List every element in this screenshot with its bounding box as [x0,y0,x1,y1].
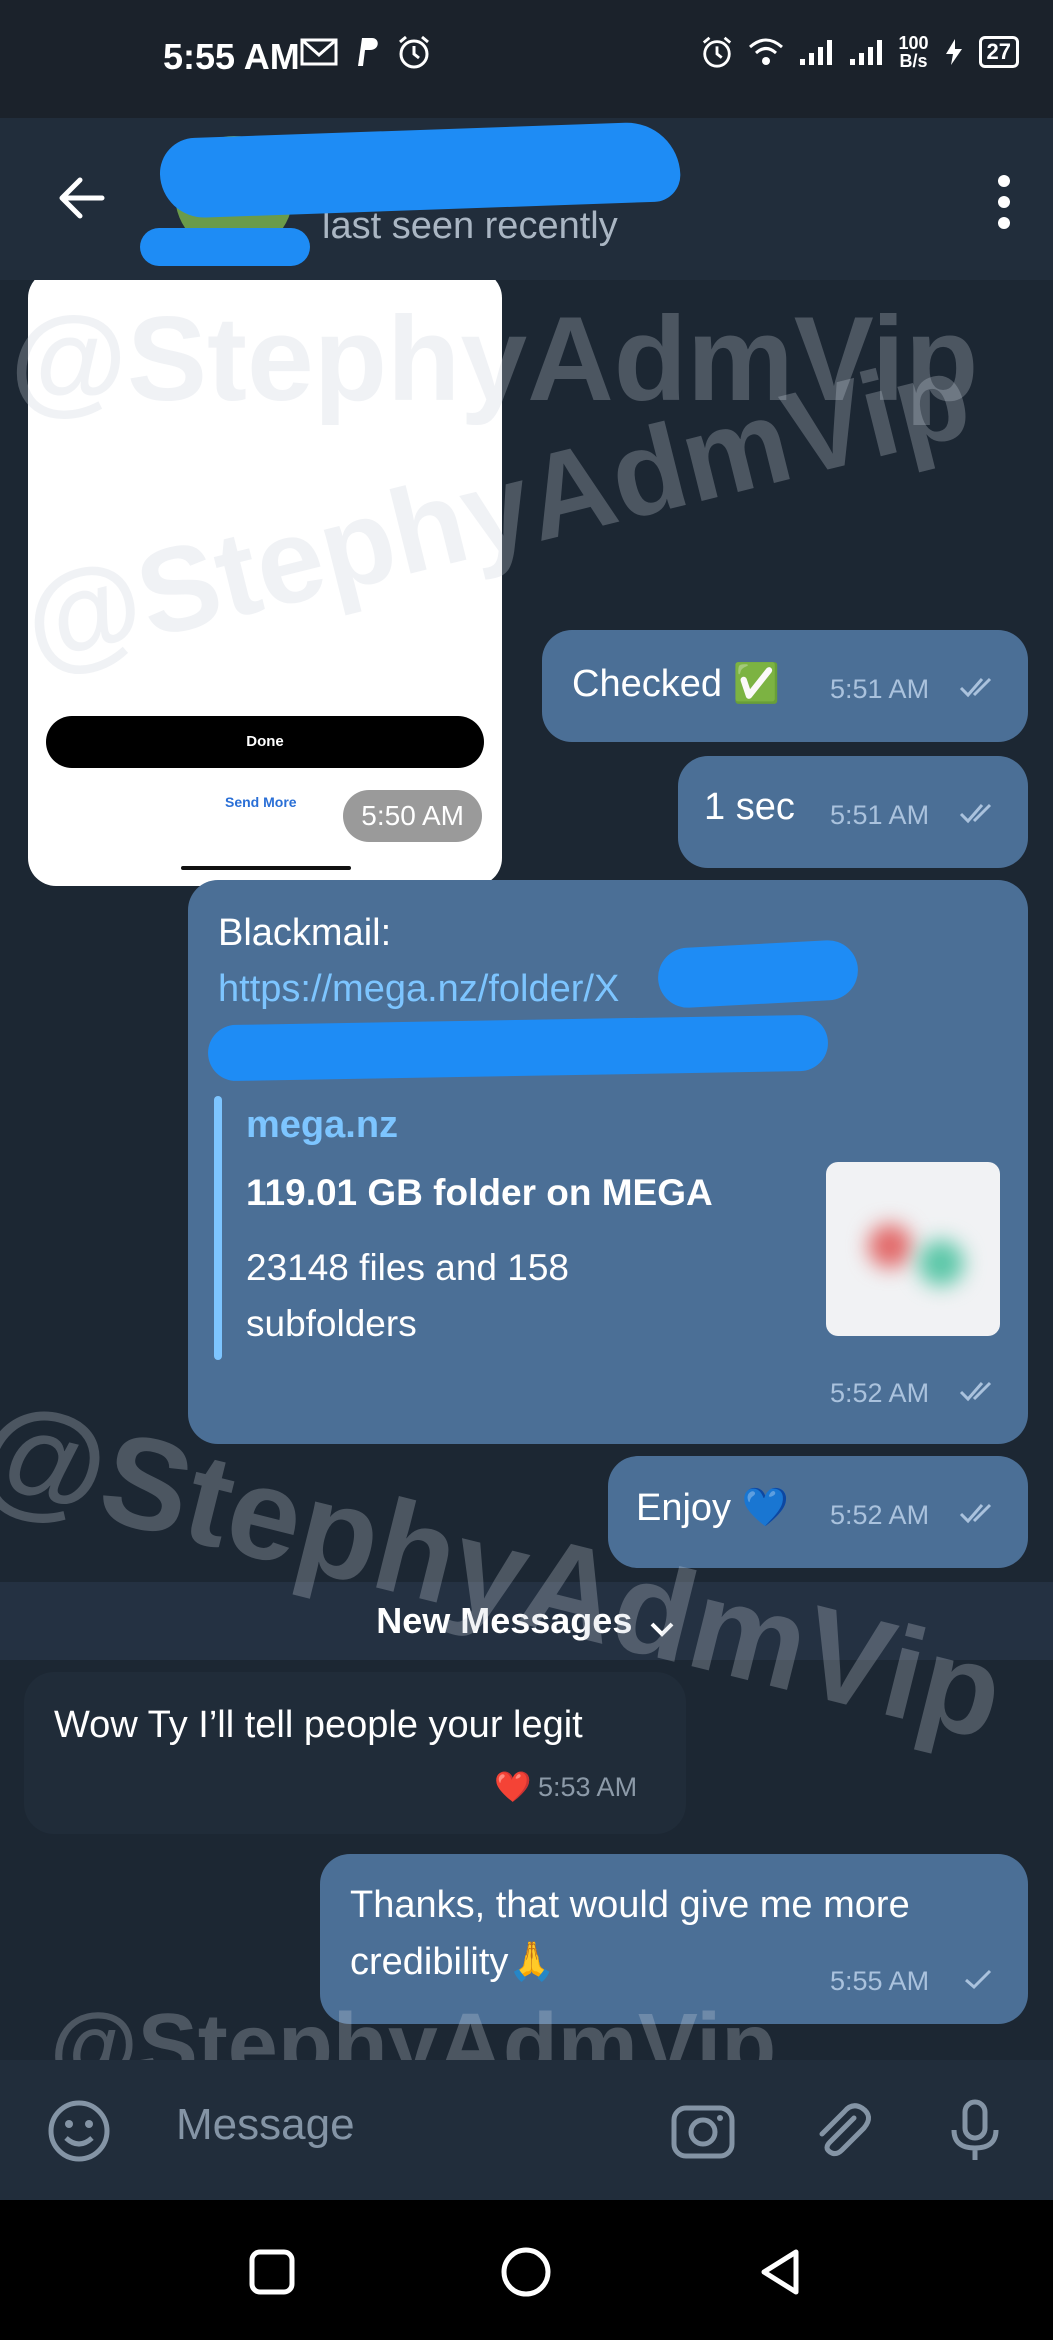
message-time: 5:55 AM [830,1966,930,1996]
screenshot-done-button: Done [46,716,484,768]
message-link[interactable]: https://mega.nz/folder/X [218,968,619,1011]
outgoing-message[interactable]: Thanks, that would give me more credibil… [320,1854,1028,2024]
emoji-icon[interactable] [44,2096,114,2166]
back-icon[interactable] [752,2244,808,2300]
double-check-icon [959,677,992,698]
link-preview-site: mega.nz [246,1104,399,1146]
home-icon[interactable] [498,2244,554,2300]
system-navigation-bar [0,2200,1053,2340]
chevron-down-icon [650,1622,674,1637]
redaction-mark [207,1014,829,1082]
message-input[interactable]: Message [176,2100,355,2150]
outgoing-message[interactable]: Enjoy 💙 5:52 AM [608,1456,1028,1568]
double-check-icon [959,803,992,824]
message-time: 5:52 AM [830,1500,930,1530]
new-messages-divider[interactable]: New Messages [0,1582,1053,1660]
microphone-icon[interactable] [940,2096,1010,2166]
reaction-emoji[interactable]: ❤️ [494,1770,531,1805]
message-time: 5:53 AM [538,1772,638,1802]
link-preview-title: 119.01 GB folder on MEGA [246,1172,713,1213]
link-preview-accent [214,1096,222,1360]
new-messages-label: New Messages [376,1600,633,1641]
message-time: 5:50 AM [343,790,482,842]
message-text: 1 sec [704,786,795,828]
image-message[interactable]: Done Send More 5:50 AM [28,280,502,886]
camera-icon[interactable] [668,2096,738,2166]
message-text: Wow Ty I’ll tell people your legit [54,1704,583,1746]
notification-icons [300,34,432,70]
incoming-message[interactable]: Wow Ty I’ll tell people your legit ❤️ 5:… [24,1672,686,1834]
message-composer: Message [0,2060,1053,2200]
screenshot-send-more-link: Send More [225,794,297,810]
outgoing-message[interactable]: 1 sec 5:51 AM [678,756,1028,868]
mail-icon [300,38,338,66]
network-speed: 100 B/s [898,33,929,71]
back-arrow-icon[interactable] [52,168,112,228]
message-text: Enjoy 💙 [636,1487,789,1529]
charging-icon [945,39,962,65]
status-bar: 5:55 AM 100 B/s 27 [0,0,1053,118]
double-check-icon [959,1381,992,1402]
alarm-icon [399,35,429,69]
message-time: 5:52 AM [830,1378,930,1408]
link-preview-thumbnail[interactable] [826,1162,1000,1336]
wifi-icon [749,38,784,65]
redaction-mark [656,938,860,1010]
check-icon [965,1969,992,1990]
screenshot-home-indicator [181,866,351,870]
message-text: credibility🙏 [350,1941,556,1983]
message-text: Thanks, that would give me more [350,1884,910,1926]
attach-icon[interactable] [806,2096,876,2166]
message-text: Blackmail: [218,912,392,954]
recent-apps-icon[interactable] [244,2244,300,2300]
message-text: Checked ✅ [572,663,780,705]
message-time: 5:51 AM [830,674,930,704]
status-time: 5:55 AM [163,36,300,77]
system-icons: 100 B/s 27 [700,34,1019,70]
outgoing-link-message[interactable]: Blackmail: https://mega.nz/folder/X mega… [188,880,1028,1444]
signal-icon [800,40,833,65]
outgoing-message[interactable]: Checked ✅ 5:51 AM [542,630,1028,742]
signal-icon [850,40,883,65]
link-preview-description: 23148 files and 158 subfolders [246,1247,569,1344]
redaction-mark [140,228,310,266]
paypal-icon [358,38,378,66]
message-time: 5:51 AM [830,800,930,830]
more-options-icon[interactable] [989,175,1019,229]
double-check-icon [959,1503,992,1524]
battery-indicator: 27 [978,36,1019,68]
alarm-icon [703,36,732,68]
message-list[interactable]: Done Send More 5:50 AM Checked ✅ 5:51 AM… [0,280,1053,2060]
